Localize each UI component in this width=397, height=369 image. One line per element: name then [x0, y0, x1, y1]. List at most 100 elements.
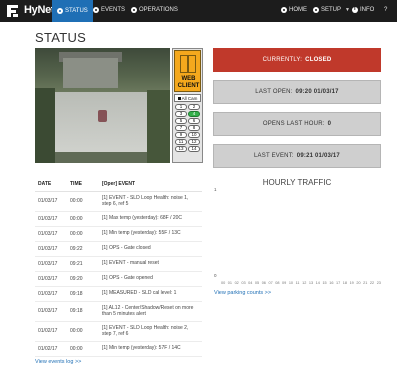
- x-tick-label: 03: [241, 281, 246, 285]
- camera-feed[interactable]: [35, 48, 170, 163]
- gate-status-button[interactable]: CURRENTLY: CLOSED: [213, 48, 381, 72]
- cell-event: [1] EVENT - SLD Loop Health: noise 1, st…: [99, 191, 202, 212]
- gear-icon: [93, 7, 99, 13]
- last-event-label: LAST EVENT:: [254, 153, 294, 159]
- table-row: 01/03/17 09:20 [1] OPS - Gate opened: [35, 271, 202, 287]
- camera-button-grid: 1 2 3 4 5 6 7 8 9 10 11 12 13 14: [175, 104, 201, 152]
- opens-label: OPENS LAST HOUR:: [262, 121, 325, 127]
- web-client-logo[interactable]: WEB CLIENT: [174, 50, 201, 92]
- x-tick-label: 22: [369, 281, 375, 285]
- camera-button-13[interactable]: 13: [175, 146, 187, 152]
- nav-info-label: INFO: [360, 7, 375, 13]
- x-tick-label: 10: [288, 281, 294, 285]
- camera-button-10[interactable]: 10: [188, 132, 200, 138]
- table-row: 01/03/17 09:22 [1] OPS - Gate closed: [35, 241, 202, 257]
- cell-date: 01/03/17: [35, 286, 67, 302]
- camera-button-3[interactable]: 3: [175, 111, 187, 117]
- x-tick-label: 21: [363, 281, 368, 285]
- parking-counts-link[interactable]: View parking counts >>: [214, 290, 271, 296]
- all-cam-button[interactable]: All Cam: [174, 94, 201, 102]
- nav-setup[interactable]: SETUP ▼: [313, 7, 350, 13]
- camera-button-8[interactable]: 8: [188, 125, 200, 131]
- nav-help-label: ?: [384, 7, 388, 13]
- nav-help[interactable]: ?: [384, 7, 387, 13]
- cell-time: 00:00: [67, 226, 99, 242]
- camera-button-6[interactable]: 6: [188, 118, 200, 124]
- page-title: STATUS: [35, 30, 87, 45]
- table-row: 01/03/17 09:18 [1] AL12 - Center/Shadow/Re…: [35, 301, 202, 322]
- camera-button-11[interactable]: 11: [175, 139, 187, 145]
- cell-time: 00:00: [67, 341, 99, 357]
- camera-button-1[interactable]: 1: [175, 104, 187, 110]
- x-tick-label: 17: [336, 281, 341, 285]
- x-tick-label: 09: [282, 281, 287, 285]
- column-header-time: TIME: [67, 177, 99, 192]
- camera-button-4[interactable]: 4: [188, 111, 200, 117]
- x-tick-label: 05: [254, 281, 260, 285]
- nav-tab-status[interactable]: STATUS: [52, 0, 93, 22]
- info-icon: [352, 6, 358, 13]
- x-tick-label: 19: [349, 281, 354, 285]
- cell-time: 00:00: [67, 191, 99, 212]
- web-client-panel: WEB CLIENT All Cam 1 2 3 4 5 6 7 8 9 10 11 12 13 14: [172, 48, 203, 163]
- y-tick-label: 0: [214, 273, 217, 278]
- nav-home[interactable]: HOME: [281, 7, 307, 13]
- cell-date: 01/03/17: [35, 256, 67, 272]
- last-open-value: 09:20 01/03/17: [295, 89, 339, 95]
- x-tick-label: 13: [308, 281, 314, 285]
- x-tick-label: 04: [248, 281, 253, 285]
- opens-last-hour-button[interactable]: OPENS LAST HOUR: 0: [213, 112, 381, 136]
- x-tick-label: 23: [376, 281, 381, 285]
- cell-event: [1] Min temp (yesterday): 57F / 14C: [99, 341, 202, 357]
- opens-value: 0: [327, 121, 332, 127]
- cell-date: 01/03/17: [35, 226, 67, 242]
- x-tick-label: 12: [302, 281, 307, 285]
- gear-icon: [281, 7, 287, 13]
- gate-icon: [180, 55, 196, 73]
- table-row: 01/02/17 00:00 [1] Min temp (yesterday): 5…: [35, 341, 202, 357]
- x-tick-label: 01: [227, 281, 233, 285]
- camera-button-5[interactable]: 5: [175, 118, 187, 124]
- nav-info[interactable]: INFO: [352, 6, 375, 13]
- camera-bush-left: [35, 88, 55, 163]
- gear-icon: [313, 7, 319, 13]
- cell-event: [1] Max temp (yesterday): 68F / 20C: [99, 211, 202, 227]
- cell-event: [1] EVENT - manual reset: [99, 256, 202, 272]
- currently-value: CLOSED: [305, 57, 332, 63]
- traffic-chart: [221, 188, 381, 280]
- x-tick-label: 16: [329, 281, 334, 285]
- camera-building: [63, 58, 118, 88]
- last-open-label: LAST OPEN:: [255, 89, 293, 95]
- camera-button-9[interactable]: 9: [175, 132, 187, 138]
- nav-tab-events[interactable]: EVENTS: [93, 7, 125, 13]
- cell-date: 01/03/17: [35, 271, 67, 287]
- brand-name[interactable]: HyNet: [24, 4, 55, 16]
- x-axis-hours: 00 01 02 03 04 05 06 07 08 09 10 11 12 13 14 15 16 17 18 19…: [221, 281, 381, 285]
- camera-button-14[interactable]: 14: [188, 146, 200, 152]
- currently-label: CURRENTLY:: [262, 57, 303, 63]
- last-open-button[interactable]: LAST OPEN: 09:20 01/03/17: [213, 80, 381, 104]
- cell-date: 01/03/17: [35, 301, 67, 322]
- gear-icon: [131, 7, 137, 13]
- y-tick-label: 1: [214, 187, 217, 192]
- nav-tab-operations[interactable]: OPERATIONS: [131, 7, 178, 13]
- hynet-logo-icon: [7, 5, 18, 17]
- table-row: 01/03/17 09:21 [1] EVENT - manual reset: [35, 256, 202, 272]
- camera-button-2[interactable]: 2: [188, 104, 200, 110]
- table-row: 01/03/17 00:00 [1] Max temp (yesterday): 6…: [35, 211, 202, 227]
- events-log-link[interactable]: View events log >>: [35, 359, 81, 365]
- last-event-button[interactable]: LAST EVENT: 09:21 01/03/17: [213, 144, 381, 168]
- cell-time: 09:21: [67, 256, 99, 272]
- cell-event: [1] OPS - Gate closed: [99, 241, 202, 257]
- cell-time: 09:18: [67, 286, 99, 302]
- camera-button-7[interactable]: 7: [175, 125, 187, 131]
- nav-tab-operations-label: OPERATIONS: [139, 7, 178, 13]
- camera-button-12[interactable]: 12: [188, 139, 200, 145]
- cell-date: 01/03/17: [35, 211, 67, 227]
- x-tick-label: 11: [295, 281, 300, 285]
- chevron-down-icon: ▼: [345, 7, 350, 13]
- last-event-value: 09:21 01/03/17: [296, 153, 340, 159]
- cell-event: [1] OPS - Gate opened: [99, 271, 202, 287]
- x-tick-label: 14: [315, 281, 320, 285]
- column-header-date: DATE: [35, 177, 67, 192]
